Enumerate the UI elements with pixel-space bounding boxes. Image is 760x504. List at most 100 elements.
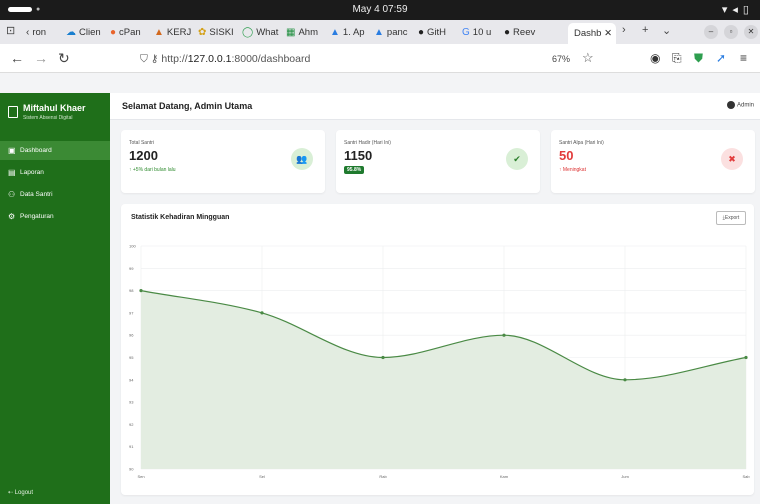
address-bar-row: ← → ↻ ⛉ ⚷ http://127.0.0.1:8000/dashboar…: [0, 44, 760, 73]
brand-subtitle: Sistem Absensi Digital: [23, 115, 73, 121]
card-value: 1150: [344, 148, 373, 163]
tab-list-icon[interactable]: ⌄: [662, 24, 671, 37]
os-clock[interactable]: May 4 07:59: [0, 4, 760, 15]
y-tick-label: 99: [129, 266, 134, 271]
close-circle-icon: ✖: [721, 148, 743, 170]
chart-panel: Statistik Kehadiran Mingguan ⤓Export 90 9…: [121, 204, 754, 495]
new-tab-icon[interactable]: +: [642, 24, 648, 36]
extension-arrow-icon[interactable]: ➚: [716, 51, 726, 65]
browser-tab-active[interactable]: Dashb ✕: [568, 23, 616, 44]
flower-icon: ✿: [198, 27, 207, 38]
y-tick-label: 95: [129, 355, 134, 360]
card-note: ↑ Meningkat: [559, 167, 586, 173]
bookmark-star-icon[interactable]: ☆: [582, 50, 594, 66]
card-label: Total Santri: [129, 140, 155, 146]
weekly-attendance-chart: 90 91 92 93 94 95 96 97 98 99 100 Sen Sel Rab Kam Jum Sa…: [129, 244, 750, 480]
area-fill: [141, 290, 746, 469]
account-icon[interactable]: ◉: [650, 51, 660, 65]
browser-tab-strip: ⊡ ‹ ron ☁ Clien ● cPan ▲ KERJ ✿ SISKI ◯ What ▦…: [0, 20, 760, 44]
y-tick-label: 92: [129, 422, 134, 427]
browser-tab[interactable]: ● cPan: [110, 24, 150, 41]
system-tray-icons[interactable]: ▾◂▯: [722, 3, 754, 16]
status-badge: 95.8%: [344, 166, 365, 174]
data-point: [502, 333, 506, 337]
data-point: [260, 311, 264, 315]
close-tab-icon[interactable]: ✕: [604, 28, 612, 39]
zoom-indicator[interactable]: 67%: [552, 54, 570, 64]
data-point: [744, 355, 748, 360]
data-point: [623, 378, 627, 382]
y-tick-label: 96: [129, 333, 134, 338]
stat-card-santri-hadir: Santri Hadir (Hari Ini) 1150 95.8% ✔: [336, 130, 540, 193]
browser-tab[interactable]: ◯ What: [242, 24, 282, 41]
page-title: Selamat Datang, Admin Utama: [122, 101, 253, 111]
extensions-icon[interactable]: ⎘: [672, 51, 682, 66]
data-point: [139, 289, 143, 293]
browser-tab[interactable]: ☁ Clien: [66, 24, 106, 41]
card-value: 1200: [129, 148, 158, 163]
menu-icon[interactable]: ≡: [740, 51, 747, 65]
logout-icon: ⇠: [8, 490, 14, 496]
minimize-icon[interactable]: –: [704, 25, 718, 39]
document-icon: ▤: [8, 168, 16, 177]
browser-tab[interactable]: ▦ Ahm: [286, 24, 326, 41]
sheet-icon: ▦: [286, 27, 296, 38]
page-header: Selamat Datang, Admin Utama Admin: [110, 93, 760, 120]
stat-card-total-santri: Total Santri 1200 ↑ +5% dari bulan lalu …: [121, 130, 325, 193]
x-tick-label: Sen: [137, 474, 144, 479]
stat-card-santri-alpa: Santri Alpa (Hari Ini) 50 ↑ Meningkat ✖: [551, 130, 755, 193]
sidebar-item-laporan[interactable]: ▤ Laporan: [0, 163, 110, 182]
building-icon: [8, 106, 18, 118]
browser-tab[interactable]: ● GitH: [418, 24, 458, 41]
browser-tab[interactable]: ▲ panc: [374, 24, 414, 41]
y-tick-label: 90: [129, 467, 134, 472]
card-note: ↑ +5% dari bulan lalu: [129, 167, 176, 173]
back-arrow-icon: ‹: [26, 27, 30, 38]
browser-tab[interactable]: ‹ ron: [26, 24, 62, 41]
browser-tab[interactable]: ▲ KERJ: [154, 24, 194, 41]
card-label: Santri Hadir (Hari Ini): [344, 140, 391, 146]
logout-button[interactable]: ⇠ Logout: [8, 489, 33, 496]
x-tick-label: Jum: [621, 474, 629, 479]
chevron-right-icon[interactable]: ›: [622, 24, 626, 36]
x-tick-label: Kam: [500, 474, 509, 479]
gear-icon: ⚙: [8, 212, 16, 221]
tab-overview-icon[interactable]: ⊡: [6, 24, 15, 37]
sidebar-item-data-santri[interactable]: ⚇ Data Santri: [0, 185, 110, 204]
drive-icon: ▲: [330, 27, 340, 38]
user-menu[interactable]: Admin: [726, 101, 754, 109]
card-value: 50: [559, 148, 574, 163]
y-tick-label: 91: [129, 444, 134, 449]
os-top-bar: ● May 4 07:59 ▾◂▯: [0, 0, 760, 20]
whatsapp-icon: ◯: [242, 27, 254, 38]
back-icon[interactable]: ←: [10, 50, 24, 66]
browser-tab[interactable]: ▲ 1. Ap: [330, 24, 370, 41]
browser-tab[interactable]: G 10 u: [462, 24, 500, 41]
users-icon: 👥: [291, 148, 313, 170]
y-tick-label: 98: [129, 288, 134, 293]
maximize-icon[interactable]: ▫: [724, 25, 738, 39]
x-tick-label: Sab: [742, 474, 750, 479]
forward-icon[interactable]: →: [34, 50, 48, 66]
close-window-icon[interactable]: ✕: [744, 25, 758, 39]
sidebar-item-pengaturan[interactable]: ⚙ Pengaturan: [0, 207, 110, 226]
x-tick-label: Rab: [379, 474, 387, 479]
reload-icon[interactable]: ↻: [58, 50, 70, 67]
sidebar: Miftahul Khaer Sistem Absensi Digital ▣ D…: [0, 93, 110, 504]
shield-icon: ⛉: [140, 53, 148, 65]
cpanel-icon: ●: [110, 27, 117, 38]
brand-name: Miftahul Khaer: [23, 103, 86, 113]
y-tick-label: 94: [129, 377, 134, 382]
sidebar-item-dashboard[interactable]: ▣ Dashboard: [0, 141, 110, 160]
key-icon: ⚷: [150, 53, 159, 65]
data-point: [381, 355, 385, 360]
browser-tab[interactable]: ● Reev: [504, 24, 544, 41]
y-tick-label: 93: [129, 400, 134, 405]
avatar-icon: [726, 101, 735, 109]
url-field[interactable]: ⛉ ⚷ http://127.0.0.1:8000/dashboard: [140, 50, 600, 68]
y-tick-label: 97: [129, 310, 134, 315]
y-tick-label: 100: [129, 244, 136, 249]
x-tick-label: Sel: [259, 474, 265, 479]
browser-tab[interactable]: ✿ SISKI: [198, 24, 238, 41]
vpn-shield-icon[interactable]: ⛊: [694, 51, 703, 66]
